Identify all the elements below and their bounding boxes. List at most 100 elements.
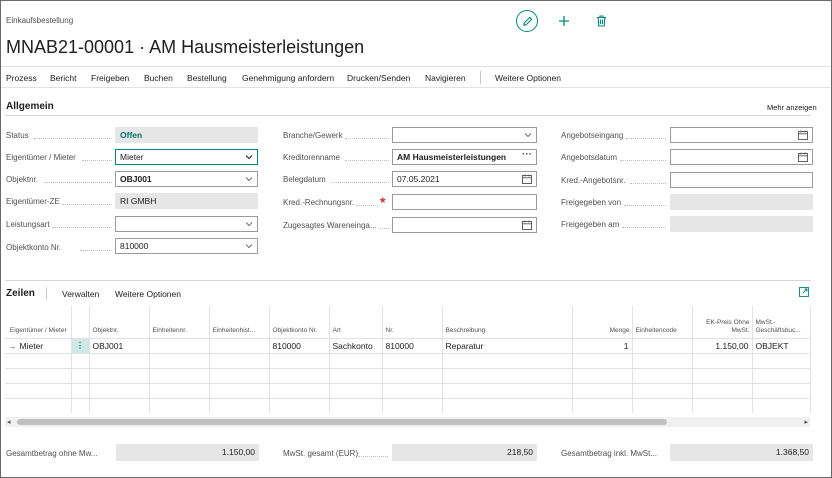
document-date-field[interactable]: 07.05.2021	[392, 171, 537, 187]
field-label-industry: Branche/Gewerk	[283, 131, 343, 140]
total-incl-vat-label: Gesamtbetrag inkl. MwSt...	[561, 449, 658, 458]
vendor-invoice-no-field[interactable]	[392, 194, 537, 210]
calendar-icon[interactable]	[522, 220, 532, 230]
cell-value: Mieter	[19, 340, 44, 351]
chevron-down-icon	[245, 155, 253, 160]
table-row[interactable]	[5, 367, 811, 383]
chevron-down-icon	[245, 222, 253, 227]
chevron-down-icon	[245, 177, 253, 182]
edit-button[interactable]	[516, 10, 538, 32]
chevron-down-icon	[245, 244, 253, 249]
col-header[interactable]: Einheitenhist...	[209, 306, 270, 338]
new-button[interactable]	[556, 13, 572, 29]
status-field: Offen	[115, 127, 258, 143]
industry-select[interactable]	[392, 127, 537, 143]
cell-unit-no[interactable]	[149, 337, 210, 353]
field-label-service-type: Leistungsart	[6, 220, 50, 229]
cell-unit-hist[interactable]	[209, 337, 270, 353]
action-buchen[interactable]: Buchen	[144, 73, 173, 83]
cell-owner-tenant[interactable]: → Mieter	[5, 337, 72, 353]
breadcrumb: Einkaufsbestellung	[6, 16, 74, 25]
col-header[interactable]: Objektkonto Nr.	[269, 306, 330, 338]
cell-object-account[interactable]: 810000	[269, 337, 330, 353]
calendar-icon[interactable]	[798, 152, 808, 162]
section-title-general: Allgemein	[6, 101, 54, 112]
total-vat-value: 218,50	[392, 444, 537, 461]
field-label-quote-receipt: Angebotseingang	[561, 131, 624, 140]
action-separator	[480, 71, 481, 84]
col-header[interactable]: Einheitencode	[632, 306, 693, 338]
vendor-name-field[interactable]: AM Hausmeisterleistungen ···	[392, 149, 537, 165]
promised-receipt-date-field[interactable]	[392, 217, 537, 233]
action-prozess[interactable]: Prozess	[6, 73, 37, 83]
label-leader	[82, 160, 112, 161]
col-header[interactable]: Eigentümer / Mieter	[5, 306, 72, 338]
cell-unit-code[interactable]	[632, 337, 693, 353]
owner-tenant-select[interactable]: Mieter	[115, 149, 258, 165]
cell-description[interactable]: Reparatur	[442, 337, 573, 353]
released-by-field	[670, 194, 813, 210]
calendar-icon[interactable]	[522, 174, 532, 184]
action-bestellung[interactable]: Bestellung	[187, 73, 227, 83]
col-header[interactable]: Einheitennr.	[149, 306, 210, 338]
col-header[interactable]: Nr.	[382, 306, 443, 338]
cell-no[interactable]: 810000	[382, 337, 443, 353]
field-label-vendor-name: Kreditorenname	[283, 153, 340, 162]
object-account-select[interactable]: 810000	[115, 238, 258, 254]
table-row[interactable]	[5, 382, 811, 398]
col-header	[71, 306, 90, 338]
table-row[interactable]	[5, 352, 811, 368]
horizontal-scrollbar[interactable]: ◂ ▸	[5, 417, 810, 427]
show-more-link[interactable]: Mehr anzeigen	[767, 103, 817, 112]
cell-unit-price[interactable]: 1.150,00	[692, 337, 753, 353]
lines-manage-button[interactable]: Verwalten	[62, 289, 99, 299]
action-drucken-senden[interactable]: Drucken/Senden	[347, 73, 410, 83]
field-label-owner-tenant: Eigentümer / Mieter	[6, 153, 76, 162]
chevron-down-icon	[524, 133, 532, 138]
col-header[interactable]: Art	[329, 306, 383, 338]
scrollbar-thumb[interactable]	[17, 419, 667, 425]
expand-lines-button[interactable]	[798, 286, 810, 298]
col-header[interactable]: EK-Preis Ohne MwSt.	[692, 306, 753, 338]
field-label-object-no: Objektnr.	[6, 175, 39, 184]
scroll-left-icon[interactable]: ◂	[7, 418, 11, 426]
calendar-icon[interactable]	[798, 130, 808, 140]
col-header[interactable]: Beschreibung	[442, 306, 573, 338]
row-menu-button[interactable]: ⋮	[71, 337, 90, 353]
label-leader	[34, 138, 112, 139]
delete-button[interactable]	[593, 13, 609, 29]
action-navigieren[interactable]: Navigieren	[425, 73, 466, 83]
col-header[interactable]: MwSt.-Geschäftsbuc...	[752, 306, 811, 338]
cell-vat-group[interactable]: OBJEKT	[752, 337, 811, 353]
col-header[interactable]: Objektnr.	[89, 306, 150, 338]
scroll-right-icon[interactable]: ▸	[804, 418, 808, 426]
table-header: Eigentümer / Mieter Objektnr. Einheitenn…	[5, 306, 811, 338]
lines-more-options-button[interactable]: Weitere Optionen	[115, 289, 181, 299]
lines-separator	[46, 287, 47, 300]
total-vat-label: MwSt. gesamt (EUR)	[283, 449, 359, 458]
action-weitere-optionen[interactable]: Weitere Optionen	[495, 73, 561, 83]
service-type-select[interactable]	[115, 216, 258, 232]
table-row[interactable]: → Mieter ⋮ OBJ001 810000 Sachkonto 810000…	[5, 337, 811, 353]
cell-quantity[interactable]: 1	[572, 337, 633, 353]
table-row[interactable]	[5, 397, 811, 413]
action-freigeben[interactable]: Freigeben	[91, 73, 129, 83]
object-no-select[interactable]: OBJ001	[115, 171, 258, 187]
action-bericht[interactable]: Bericht	[50, 73, 76, 83]
lookup-icon[interactable]: ···	[522, 150, 532, 162]
owner-ze-field: RI GMBH	[115, 193, 258, 209]
col-header[interactable]: Menge	[572, 306, 633, 338]
label-leader	[380, 228, 389, 229]
quote-date-field[interactable]	[670, 149, 813, 165]
page-title: MNAB21-00001 · AM Hausmeisterleistungen	[6, 37, 365, 57]
label-leader	[62, 204, 112, 205]
field-label-owner-ze: Eigentümer-ZE	[6, 197, 60, 206]
cell-object-no[interactable]: OBJ001	[89, 337, 150, 353]
label-leader	[358, 456, 388, 457]
action-genehmigung[interactable]: Genehmigung anfordern	[242, 73, 334, 83]
quote-receipt-field[interactable]	[670, 127, 813, 143]
vendor-quote-no-field[interactable]	[670, 172, 813, 188]
label-leader	[356, 205, 378, 206]
cell-type[interactable]: Sachkonto	[329, 337, 383, 353]
field-label-quote-date: Angebotsdatum	[561, 153, 618, 162]
